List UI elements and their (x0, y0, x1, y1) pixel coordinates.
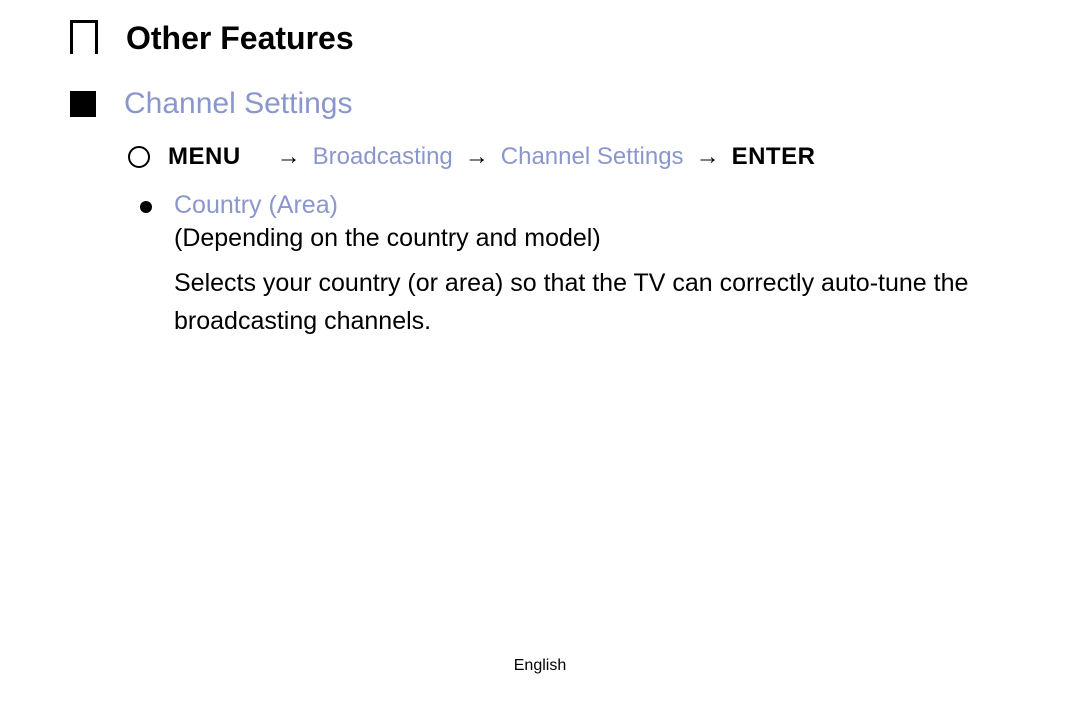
menu-label: MENU (168, 143, 241, 171)
enter-label: ENTER (732, 143, 816, 171)
path-step-broadcasting: Broadcasting (313, 143, 453, 171)
main-heading-row: Other Features (70, 20, 1020, 57)
arrow-icon-1: → (277, 143, 301, 171)
bullet-content: Country (Area) (Depending on the country… (174, 191, 1020, 340)
arrow-icon-2: → (465, 143, 489, 171)
bookmark-icon (70, 20, 98, 54)
main-heading-text: Other Features (126, 20, 354, 57)
path-step-channel-settings: Channel Settings (501, 143, 684, 171)
bullet-item: Country (Area) (Depending on the country… (140, 191, 1020, 340)
arrow-icon-3: → (696, 143, 720, 171)
circle-icon (128, 146, 150, 168)
bullet-description: Selects your country (or area) so that t… (174, 265, 1020, 340)
sub-heading-row: Channel Settings (70, 87, 1020, 121)
bullet-subtext: (Depending on the country and model) (174, 224, 1020, 253)
sub-heading-text: Channel Settings (124, 87, 353, 121)
square-icon (70, 91, 96, 117)
bullet-title: Country (Area) (174, 191, 1020, 220)
nav-path: MENU → Broadcasting → Channel Settings →… (128, 143, 1020, 171)
bullet-dot-icon (140, 201, 152, 213)
footer-language: English (514, 657, 566, 675)
